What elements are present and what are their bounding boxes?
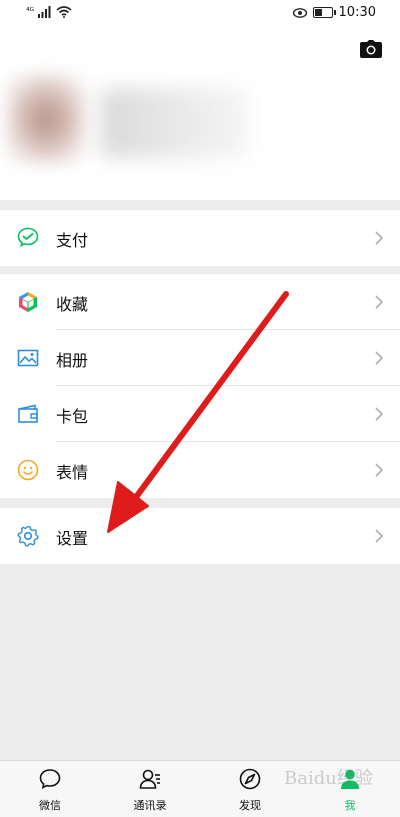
watermark: Baidu经验 [284,768,373,789]
menu-item-payment[interactable]: 支付 [0,210,400,266]
eye-icon [292,7,307,18]
chevron-right-icon [375,295,384,309]
menu-item-label: 支付 [56,231,89,250]
wifi-icon [56,6,72,18]
profile-header[interactable] [0,28,400,200]
camera-icon[interactable] [360,40,382,58]
menu-item-label: 设置 [56,529,89,548]
tab-label: 通讯录 [133,799,167,812]
menu-item-label: 表情 [56,463,89,482]
menu-item-settings[interactable]: 设置 [0,508,400,564]
settings-section: 设置 [0,508,400,564]
signal-type-text: ⁴ᴳ [26,7,34,17]
menu-item-favorites[interactable]: 收藏 [0,274,400,330]
chevron-right-icon [375,407,384,421]
profile-name-blurred [100,88,250,158]
battery-icon [312,7,336,18]
tab-chats[interactable]: 微信 [0,761,100,817]
gear-icon [17,525,39,547]
tab-label: 我 [344,799,356,812]
sticker-smile-icon [17,459,39,481]
status-right: 10:30 [292,5,376,20]
avatar[interactable] [6,74,86,164]
menu-item-label: 相册 [56,351,89,370]
tab-label: 发现 [239,799,261,812]
menu-item-label: 收藏 [56,295,89,314]
menu-item-card-wallet[interactable]: 卡包 [0,386,400,442]
compass-icon [239,768,261,790]
tab-contacts[interactable]: 通讯录 [100,761,200,817]
wechat-pay-icon [17,227,39,248]
chevron-right-icon [375,351,384,365]
contacts-icon [139,769,160,789]
menu-item-stickers[interactable]: 表情 [0,442,400,498]
menu-item-album[interactable]: 相册 [0,330,400,386]
signal-icon [38,6,51,18]
status-bar: ⁴ᴳ 10:30 [0,0,400,28]
status-left: ⁴ᴳ [26,6,72,18]
chevron-right-icon [375,463,384,477]
chevron-right-icon [375,529,384,543]
menu-item-label: 卡包 [56,407,89,426]
album-picture-icon [17,349,39,367]
menu-section: 收藏 相册 卡包 表情 [0,274,400,498]
card-wallet-icon [18,404,38,423]
chevron-right-icon [375,231,384,245]
payment-section: 支付 [0,210,400,266]
status-time: 10:30 [338,5,376,20]
favorites-cube-icon [19,292,37,312]
chat-bubble-icon [39,769,61,789]
tab-label: 微信 [39,799,61,812]
